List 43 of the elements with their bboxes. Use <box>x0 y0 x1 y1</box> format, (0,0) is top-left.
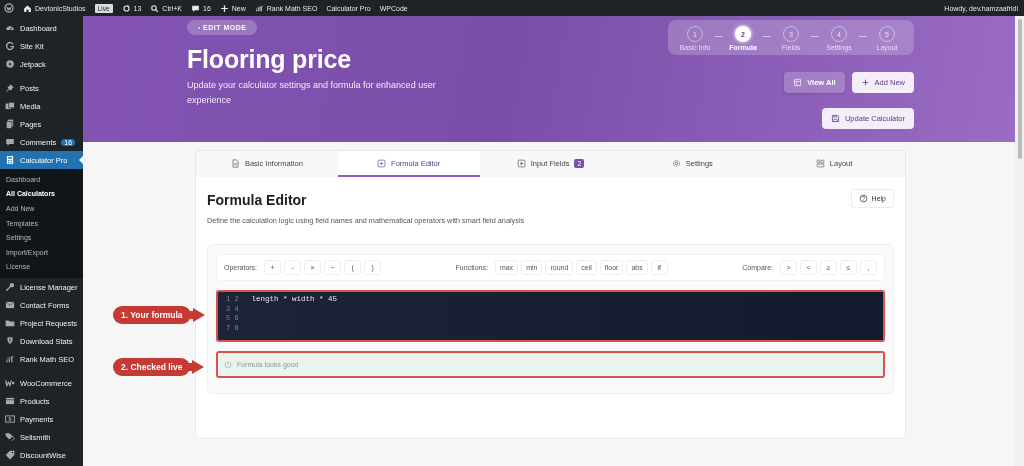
wordpress-icon[interactable] <box>4 3 14 13</box>
search-icon <box>150 3 160 13</box>
arrow-icon <box>188 308 205 322</box>
archive-icon <box>5 396 15 407</box>
callout-label: 1. Your formula <box>113 306 191 324</box>
download-icon <box>5 336 15 347</box>
key-icon <box>5 282 15 293</box>
bar-chart-icon <box>5 354 15 365</box>
tags-icon <box>5 432 15 443</box>
layout-icon <box>815 158 825 168</box>
comment-icon <box>191 3 200 13</box>
play-square-icon <box>516 158 526 168</box>
settings-icon <box>671 158 681 168</box>
calculator-icon <box>5 155 15 165</box>
table-icon <box>793 78 803 87</box>
help-icon <box>858 193 868 203</box>
clock-icon <box>224 360 232 369</box>
money-icon <box>5 414 15 425</box>
pushpin-icon <box>5 83 15 93</box>
callout-label: 2. Checked live <box>113 358 191 376</box>
comment-icon <box>5 137 15 147</box>
plus-square-icon <box>377 158 387 168</box>
envelope-icon <box>5 300 15 311</box>
document-icon <box>230 158 240 168</box>
plus-icon <box>219 3 229 13</box>
section-title: Formula Editor <box>207 192 307 208</box>
bolt-icon <box>5 59 15 69</box>
arrow-icon <box>188 360 205 374</box>
bar-chart-icon <box>254 3 264 13</box>
home-icon <box>23 3 32 13</box>
scrollbar[interactable] <box>1015 16 1024 466</box>
g-letter-icon <box>5 41 15 51</box>
tag-icon <box>5 450 15 461</box>
page-title: Flooring price <box>187 45 351 74</box>
media-icon <box>5 101 15 111</box>
gauge-icon <box>5 23 15 33</box>
page-subtitle: Update your calculator settings and formula for enhanced user experience <box>187 79 437 107</box>
woo-icon <box>5 378 15 389</box>
pages-icon <box>5 119 15 129</box>
save-icon <box>830 114 840 123</box>
refresh-icon <box>121 3 131 13</box>
folder-icon <box>5 318 15 329</box>
plus-icon <box>860 78 870 87</box>
